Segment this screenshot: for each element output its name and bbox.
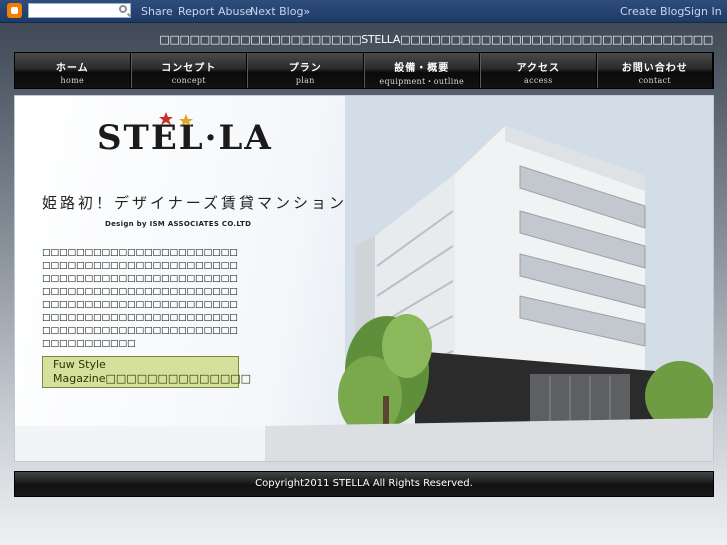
create-blog-link[interactable]: Create Blog bbox=[620, 5, 684, 18]
menu-item-equipment[interactable]: 設備・概要 equipment・outline bbox=[363, 53, 480, 88]
star-icon bbox=[159, 112, 193, 126]
menu-item-access[interactable]: アクセス access bbox=[480, 53, 597, 88]
menu-label-jp: 設備・概要 bbox=[394, 63, 450, 74]
blogger-navbar: Share Report Abuse Next Blog» Create Blo… bbox=[0, 0, 727, 23]
hero-panel: STEL·LA 姫路初！デザイナーズ賃貸マンション Design by ISM … bbox=[14, 95, 714, 462]
description-text: □□□□□□□□□□□□□□□□□□□□□□□□□□□□□□□□□□□□□□□□… bbox=[42, 248, 238, 349]
menu-label-en: concept bbox=[171, 76, 206, 85]
menu-label-en: contact bbox=[638, 76, 671, 85]
search-input[interactable] bbox=[29, 10, 118, 23]
menu-item-concept[interactable]: コンセプト concept bbox=[130, 53, 247, 88]
copyright-text: Copyright2011 STELLA All Rights Reserved… bbox=[255, 478, 473, 489]
search-icon[interactable] bbox=[119, 5, 127, 13]
menu-item-contact[interactable]: お問い合わせ contact bbox=[596, 53, 713, 88]
menu-label-en: access bbox=[524, 76, 553, 85]
menu-label-en: equipment・outline bbox=[379, 77, 465, 86]
menu-label-jp: アクセス bbox=[516, 63, 560, 74]
menu-label-en: plan bbox=[295, 76, 315, 85]
blogger-logo-icon[interactable] bbox=[7, 3, 22, 18]
footer: Copyright2011 STELLA All Rights Reserved… bbox=[14, 471, 714, 497]
catch-copy: 姫路初！デザイナーズ賃貸マンション bbox=[42, 194, 347, 212]
design-credit: Design by ISM ASSOCIATES CO.LTD bbox=[105, 220, 252, 228]
menu-label-jp: ホーム bbox=[55, 63, 89, 74]
menu-item-home[interactable]: ホーム home bbox=[15, 53, 131, 88]
menu-label-jp: お問い合わせ bbox=[621, 63, 688, 74]
magazine-link[interactable]: Fuw Style Magazine□□□□□□□□□□□□□□ bbox=[42, 356, 251, 388]
menu-label-jp: プラン bbox=[288, 63, 322, 74]
header-description: □□□□□□□□□□□□□□□□□□□□STELLA□□□□□□□□□□□□□□… bbox=[159, 33, 713, 46]
main-menu: ホーム home コンセプト concept プラン plan 設備・概要 eq… bbox=[14, 52, 714, 89]
menu-item-plan[interactable]: プラン plan bbox=[247, 53, 364, 88]
menu-label-en: home bbox=[60, 76, 84, 85]
sign-in-link[interactable]: Sign In bbox=[684, 5, 722, 18]
share-link[interactable]: Share bbox=[141, 5, 173, 18]
next-blog-link[interactable]: Next Blog» bbox=[250, 5, 310, 18]
report-abuse-link[interactable]: Report Abuse bbox=[178, 5, 252, 18]
search-box bbox=[28, 3, 131, 23]
stella-logo: STEL·LA bbox=[97, 112, 271, 173]
menu-label-jp: コンセプト bbox=[161, 63, 217, 74]
